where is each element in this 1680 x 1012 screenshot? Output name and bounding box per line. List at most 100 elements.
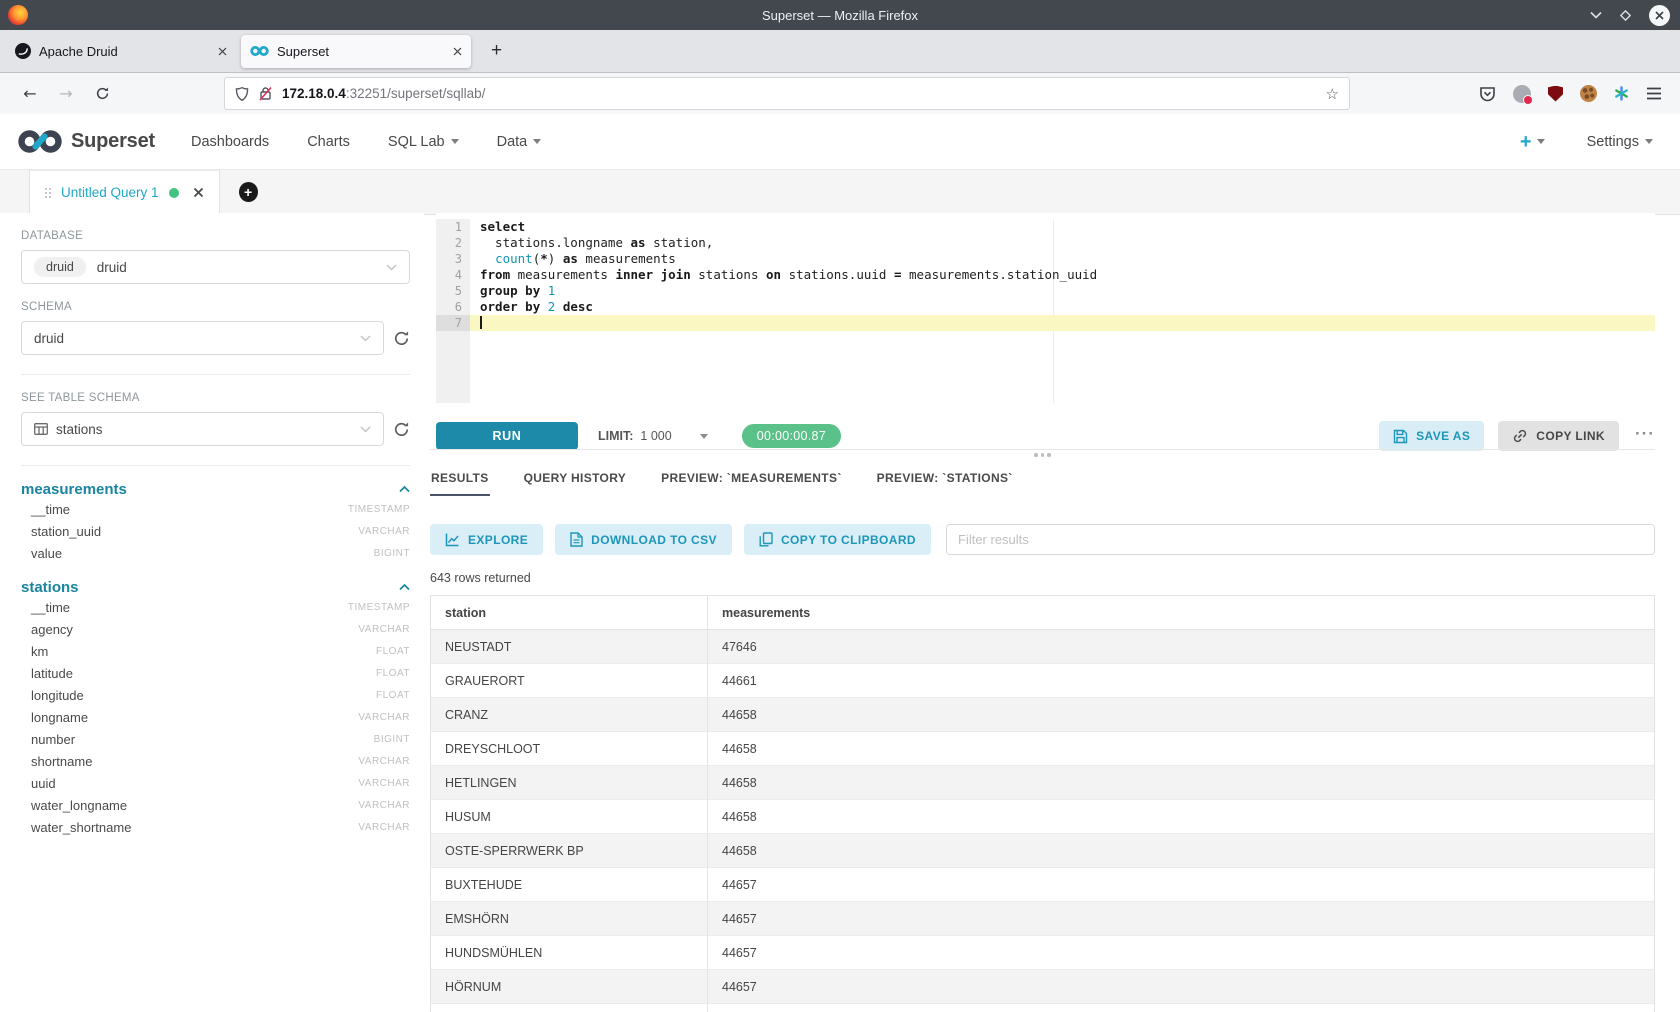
results-tabs: RESULTS QUERY HISTORY PREVIEW: `MEASUREMEN…: [430, 467, 1655, 496]
chevron-up-icon: [399, 486, 410, 493]
pane-resize-handle[interactable]: [430, 453, 1655, 457]
cookie-extension-icon[interactable]: [1580, 85, 1597, 102]
results-tab-preview-stations[interactable]: PREVIEW: `STATIONS`: [876, 467, 1014, 496]
line-code: stations.longname as station,: [470, 235, 1655, 251]
schema-table-header[interactable]: stations: [21, 579, 410, 596]
url-bar[interactable]: 172.18.0.4:32251/superset/sqllab/ ☆: [224, 77, 1350, 110]
table-row: HETLINGEN44658: [431, 766, 1654, 800]
superset-logo[interactable]: Superset: [17, 128, 155, 155]
refresh-schema-icon[interactable]: [393, 330, 410, 347]
new-tab-button[interactable]: +: [483, 40, 510, 62]
column-type: VARCHAR: [358, 624, 410, 635]
line-number: 1: [436, 219, 470, 235]
refresh-tables-icon[interactable]: [393, 421, 410, 438]
results-tab-query-history[interactable]: QUERY HISTORY: [523, 467, 628, 496]
table-row: HUSUM44658: [431, 800, 1654, 834]
window-shade-icon[interactable]: [1590, 11, 1602, 19]
schema-column-row: uuidVARCHAR: [21, 772, 410, 794]
column-type: VARCHAR: [358, 756, 410, 767]
divider: [21, 374, 410, 375]
insecure-lock-icon[interactable]: [259, 86, 272, 101]
query-tab-untitled-query-1[interactable]: Untitled Query 1: [29, 170, 220, 215]
table-cell: NEUSTADT: [431, 630, 708, 664]
table-name: stations: [21, 579, 79, 596]
table-cell: 44657: [708, 1004, 1654, 1012]
database-select[interactable]: druid druid: [21, 250, 410, 284]
filter-results-input[interactable]: [946, 524, 1655, 555]
save-as-button[interactable]: SAVE AS: [1379, 421, 1484, 451]
back-button[interactable]: ←: [12, 84, 48, 103]
table-cell: 44658: [708, 834, 1654, 868]
more-options-button[interactable]: ···: [1635, 425, 1655, 448]
settings-menu[interactable]: Settings: [1587, 134, 1653, 150]
add-query-tab-button[interactable]: +: [239, 182, 258, 202]
browser-toolbar: ← → 172.18.0.4:32251/superset/sqllab/ ☆: [0, 73, 1680, 114]
tracking-shield-icon[interactable]: [235, 86, 249, 102]
query-tab-close-icon[interactable]: [193, 187, 204, 198]
browser-tab-superset[interactable]: Superset: [241, 35, 471, 68]
table-cell: 44661: [708, 664, 1654, 698]
profile-icon[interactable]: [1513, 85, 1531, 103]
pocket-icon[interactable]: [1479, 86, 1496, 102]
bookmark-star-icon[interactable]: ☆: [1326, 85, 1339, 103]
nav-item-sql-lab[interactable]: SQL Lab: [388, 134, 459, 150]
reload-button[interactable]: [84, 86, 120, 101]
file-icon: [570, 532, 583, 547]
ublock-shield-icon[interactable]: [1548, 86, 1563, 102]
window-close-icon[interactable]: [1649, 5, 1670, 26]
add-new-button[interactable]: +: [1520, 132, 1545, 152]
url-text: 172.18.0.4:32251/superset/sqllab/: [282, 86, 485, 101]
text-cursor: [480, 316, 482, 329]
column-type: BIGINT: [374, 734, 410, 745]
schema-table-stations: stations__timeTIMESTAMPagencyVARCHARkmFL…: [21, 579, 410, 838]
schema-column-row: numberBIGINT: [21, 728, 410, 750]
chevron-up-icon: [399, 584, 410, 591]
table-cell: 44657: [708, 868, 1654, 902]
table-cell: OSTE-SPERRWERK BP: [431, 834, 708, 868]
limit-label: LIMIT:: [598, 429, 633, 443]
explore-button[interactable]: EXPLORE: [430, 524, 543, 555]
browser-tab-apache-druid[interactable]: Apache Druid: [6, 35, 236, 68]
run-button[interactable]: RUN: [436, 422, 578, 450]
nav-item-data[interactable]: Data: [497, 134, 542, 150]
table-cell: 44657: [708, 902, 1654, 936]
schema-select[interactable]: druid: [21, 321, 384, 355]
sql-editor[interactable]: 1select2 stations.longname as station,3 …: [436, 213, 1655, 403]
container-asterisk-icon[interactable]: [1614, 86, 1629, 101]
results-actions: EXPLORE DOWNLOAD TO CSV COPY TO CLIPBOAR…: [430, 524, 1655, 555]
results-table-header: stationmeasurements: [431, 596, 1654, 630]
chevron-down-icon: [1537, 139, 1545, 144]
nav-item-dashboards[interactable]: Dashboards: [191, 134, 269, 150]
limit-value: 1 000: [640, 429, 671, 443]
table-select[interactable]: stations: [21, 412, 384, 446]
line-number: 7: [436, 315, 470, 331]
sqllab-left-panel: DATABASE druid druid SCHEMA druid SEE TA…: [0, 213, 424, 1012]
forward-button[interactable]: →: [48, 84, 84, 103]
column-name: latitude: [31, 666, 73, 681]
table-cell: CRANZ: [431, 698, 708, 732]
copy-clipboard-button[interactable]: COPY TO CLIPBOARD: [744, 524, 931, 555]
results-tab-preview-measurements[interactable]: PREVIEW: `MEASUREMENTS`: [660, 467, 843, 496]
schema-column-row: longnameVARCHAR: [21, 706, 410, 728]
tab-close-icon[interactable]: [453, 47, 462, 56]
line-number: 5: [436, 283, 470, 299]
window-maximize-icon[interactable]: [1619, 9, 1632, 22]
menu-hamburger-icon[interactable]: [1646, 87, 1662, 100]
nav-item-charts[interactable]: Charts: [307, 134, 350, 150]
chevron-down-icon: [451, 139, 459, 144]
table-cell: 47646: [708, 630, 1654, 664]
drag-handle-icon[interactable]: [45, 188, 51, 198]
editor-line: 1select: [436, 219, 1655, 235]
copy-link-button[interactable]: COPY LINK: [1498, 421, 1619, 451]
download-csv-button[interactable]: DOWNLOAD TO CSV: [555, 524, 732, 555]
results-tab-results[interactable]: RESULTS: [430, 467, 490, 496]
schema-table-header[interactable]: measurements: [21, 481, 410, 498]
schema-column-row: water_longnameVARCHAR: [21, 794, 410, 816]
editor-line: 5group by 1: [436, 283, 1655, 299]
schema-column-row: agencyVARCHAR: [21, 618, 410, 640]
schema-column-row: valueBIGINT: [21, 542, 410, 564]
limit-dropdown[interactable]: LIMIT: 1 000: [598, 429, 708, 443]
results-table: stationmeasurements NEUSTADT47646GRAUERO…: [430, 595, 1655, 1012]
tab-close-icon[interactable]: [218, 47, 227, 56]
table-cell: 44658: [708, 732, 1654, 766]
